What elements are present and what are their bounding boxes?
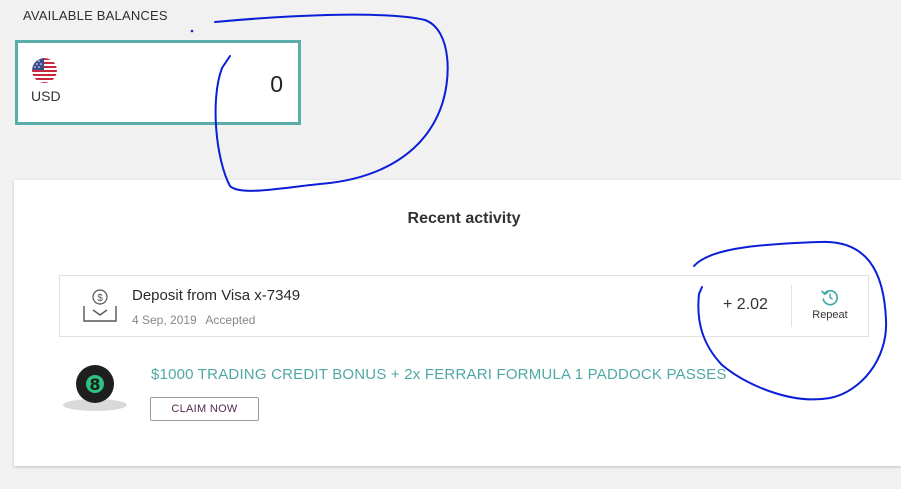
currency-label: USD bbox=[31, 88, 61, 104]
svg-text:$: $ bbox=[97, 293, 103, 304]
activity-row[interactable]: $ Deposit from Visa x-7349 4 Sep, 2019 A… bbox=[59, 275, 869, 337]
repeat-icon bbox=[820, 287, 840, 307]
deposit-icon: $ bbox=[82, 288, 118, 324]
balance-amount: 0 bbox=[270, 71, 283, 97]
recent-activity-title: Recent activity bbox=[407, 210, 521, 227]
promo-link[interactable]: $1000 TRADING CREDIT BONUS + 2x FERRARI … bbox=[151, 366, 727, 383]
activity-status: Accepted bbox=[205, 313, 256, 327]
recent-activity-panel: Recent activity $ Deposit from Visa x-73… bbox=[14, 180, 901, 466]
us-flag-icon bbox=[32, 58, 57, 83]
available-balances-title: AVAILABLE BALANCES bbox=[23, 8, 168, 23]
activity-meta: 4 Sep, 2019 Accepted bbox=[132, 313, 261, 327]
activity-amount: + 2.02 bbox=[723, 296, 768, 313]
usd-balance-card[interactable]: USD 0 bbox=[15, 40, 301, 125]
repeat-button[interactable]: Repeat bbox=[805, 284, 855, 328]
repeat-label: Repeat bbox=[812, 309, 848, 321]
row-divider bbox=[791, 285, 792, 327]
eight-ball-icon: 8 bbox=[62, 365, 128, 413]
activity-title: Deposit from Visa x-7349 bbox=[132, 287, 301, 304]
activity-date: 4 Sep, 2019 bbox=[132, 313, 197, 327]
svg-text:8: 8 bbox=[89, 375, 100, 394]
claim-now-button[interactable]: CLAIM NOW bbox=[150, 397, 259, 421]
